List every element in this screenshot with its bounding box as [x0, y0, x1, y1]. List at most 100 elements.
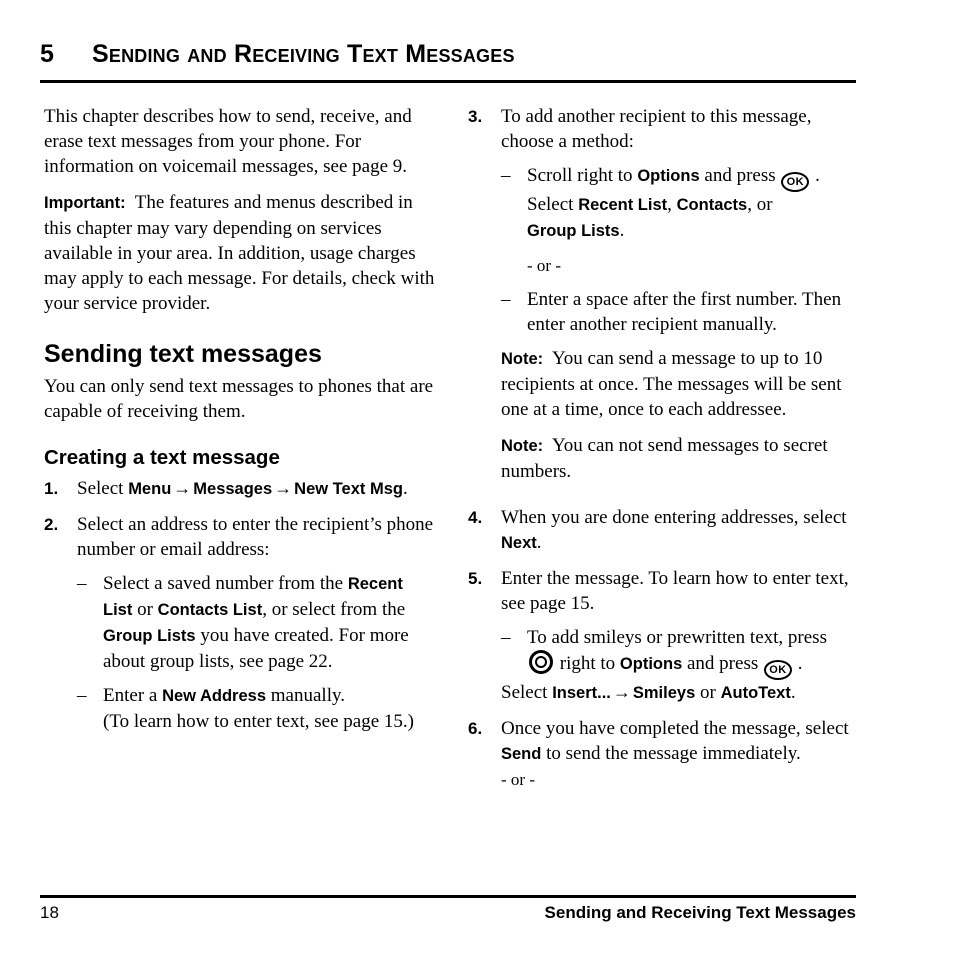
b3-part4: Select — [527, 194, 579, 215]
s6-part1: Once you have completed the message, sel… — [501, 718, 849, 739]
step-3: 3. To add another recipient to this mess… — [468, 104, 860, 495]
ui-label-recent-list-2: Recent List — [578, 196, 668, 214]
step-2: 2. Select an address to enter the recipi… — [44, 512, 436, 743]
step-2-number: 2. — [44, 515, 59, 534]
step-1-body: Select Menu → Messages → New Text Msg. — [77, 476, 436, 502]
step-1-number: 1. — [44, 479, 59, 498]
page-footer: 18 Sending and Receiving Text Messages — [40, 901, 856, 925]
chapter-title-row: 5 Sending and Receiving Text Messages — [40, 40, 856, 68]
ui-label-new-address: New Address — [162, 687, 267, 705]
section-heading-sending-text-messages: Sending text messages — [44, 340, 322, 368]
step-5: 5. Enter the message. To learn how to en… — [468, 566, 860, 706]
b3-part6: , or — [747, 194, 773, 215]
dash-bullet-icon-3: – — [501, 165, 511, 186]
note-2-label: Note: — [501, 437, 544, 455]
dash-bullet-icon-1: – — [77, 573, 87, 594]
b3-part7: . — [619, 220, 625, 241]
important-label: Important: — [44, 194, 126, 212]
chapter-title: Sending and Receiving Text Messages — [92, 40, 515, 68]
ui-label-new-text-msg: New Text Msg — [294, 480, 403, 498]
b5-part5: Select — [501, 682, 553, 703]
ui-label-group-lists: Group Lists — [103, 627, 196, 645]
b3-part3: . — [810, 165, 820, 186]
or-separator-1: - or - — [527, 256, 561, 275]
step-5-number: 5. — [468, 569, 483, 588]
dash-bullet-icon-2: – — [77, 685, 87, 706]
b3-part2: and press — [699, 165, 781, 186]
step-2-body: Select an address to enter the recipient… — [77, 512, 436, 743]
subsection-heading-creating-a-text-message: Creating a text message — [44, 446, 280, 469]
b1-part3: , or select from the — [262, 599, 406, 620]
ui-label-menu: Menu — [128, 480, 172, 498]
ui-label-next: Next — [501, 534, 537, 552]
intro-paragraph: This chapter describes how to send, rece… — [44, 106, 412, 177]
step-6-number: 6. — [468, 719, 483, 738]
or-separator-2: - or - — [501, 770, 535, 789]
ui-label-options: Options — [637, 167, 700, 185]
b5-part3: and press — [682, 653, 763, 674]
arrow-icon-1: → — [173, 478, 192, 498]
step-1: 1. Select Menu → Messages → New Text Msg. — [44, 476, 436, 502]
step-2-bullet-2-body: Enter a New Address manually. (To learn h… — [103, 683, 436, 734]
b2-part2: manually. — [266, 685, 345, 706]
step-2-bullet-2: – Enter a New Address manually. (To learn… — [77, 683, 436, 734]
note-2-text: You can not send messages to secret numb… — [501, 435, 828, 482]
b2-line2: (To learn how to enter text, see page 15… — [103, 711, 414, 732]
step-5-insert-line: Select Insert... → Smileys or AutoText. — [501, 680, 860, 706]
arrow-icon-2: → — [274, 478, 293, 498]
right-column: 3. To add another recipient to this mess… — [468, 104, 860, 802]
step-2-bullet-1: – Select a saved number from the Recent … — [77, 571, 436, 674]
ui-label-group-lists-2: Group Lists — [527, 222, 620, 240]
step-3-bullet-2-body: Enter a space after the first number. Th… — [527, 289, 842, 335]
note-2: Note: You can not send messages to secre… — [501, 433, 860, 484]
left-column: This chapter describes how to send, rece… — [44, 104, 436, 753]
s6-part2: to send the message immediately. — [541, 743, 801, 764]
footer-running-title: Sending and Receiving Text Messages — [544, 903, 856, 922]
step-3-bullet-1: – Scroll right to Options and press OK .… — [501, 163, 860, 244]
step-3-number: 3. — [468, 107, 483, 126]
footer-page-number: 18 — [40, 903, 59, 922]
ui-label-send: Send — [501, 745, 542, 763]
b5-part1: To add smileys or prewritten text, press — [527, 627, 827, 648]
important-paragraph: Important: The features and menus descri… — [44, 190, 436, 316]
ui-label-autotext: AutoText — [720, 684, 791, 702]
chapter-number: 5 — [40, 40, 54, 68]
b5-part6: or — [695, 682, 721, 703]
step-4-number: 4. — [468, 508, 483, 527]
b1-part2: or — [132, 599, 158, 620]
b2-part1: Enter a — [103, 685, 163, 706]
step-2-bullet-1-body: Select a saved number from the Recent Li… — [103, 571, 436, 674]
ok-key-icon-2: OK — [763, 660, 792, 680]
step-5-bullet-1-body: To add smileys or prewritten text, press… — [527, 625, 860, 680]
document-page: 5 Sending and Receiving Text Messages Th… — [0, 0, 954, 954]
step-3-bullet-1-body: Scroll right to Options and press OK . Se… — [527, 163, 860, 244]
b1-part1: Select a saved number from the — [103, 573, 348, 594]
dash-bullet-icon-4: – — [501, 289, 511, 310]
ui-label-options-2: Options — [619, 655, 683, 673]
b5-part2: right to — [555, 653, 620, 674]
ui-label-messages: Messages — [193, 480, 273, 498]
step-2-text: Select an address to enter the recipient… — [77, 514, 434, 560]
ui-label-contacts: Contacts — [676, 196, 748, 214]
step-4-body: When you are done entering addresses, se… — [501, 505, 860, 556]
step-1-text-select: Select — [77, 478, 129, 499]
navigation-key-icon — [529, 650, 553, 674]
step-3-bullet-2: – Enter a space after the first number. … — [501, 287, 860, 337]
ok-key-icon: OK — [781, 172, 810, 192]
step-1-period: . — [402, 478, 408, 499]
note-1-label: Note: — [501, 350, 544, 368]
b5-part7: . — [790, 682, 796, 703]
step-6: 6. Once you have completed the message, … — [468, 716, 860, 792]
s4-part2: . — [536, 532, 542, 553]
note-1-text: You can send a message to up to 10 recip… — [501, 348, 842, 420]
ui-label-insert: Insert... — [552, 684, 611, 702]
step-4: 4. When you are done entering addresses,… — [468, 505, 860, 556]
step-3-body: To add another recipient to this message… — [501, 104, 860, 495]
b3-part5: , — [667, 194, 677, 215]
section-paragraph: You can only send text messages to phone… — [44, 376, 434, 422]
step-5-body: Enter the message. To learn how to enter… — [501, 566, 860, 706]
step-3-text: To add another recipient to this message… — [501, 106, 812, 152]
step-5-text: Enter the message. To learn how to enter… — [501, 568, 849, 614]
step-5-bullet-1: – To add smileys or prewritten text, pre… — [501, 625, 860, 680]
note-1: Note: You can send a message to up to 10… — [501, 346, 860, 422]
